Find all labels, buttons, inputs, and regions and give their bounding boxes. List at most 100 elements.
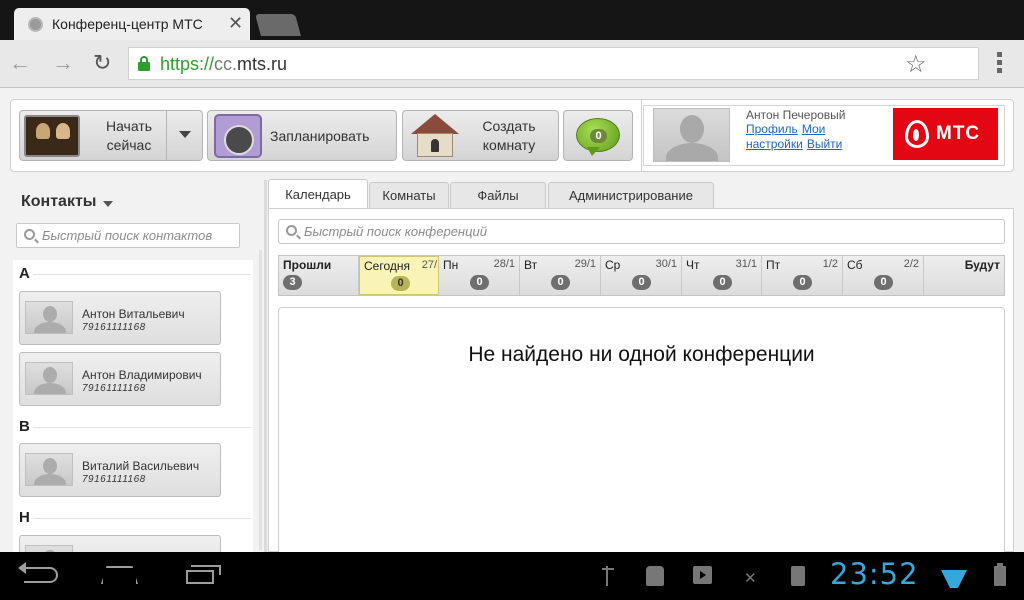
back-icon[interactable] <box>18 562 58 583</box>
profile-link[interactable]: Профиль <box>746 122 798 136</box>
url-text[interactable]: https://cc.mts.ru <box>160 54 287 75</box>
section-letter: А <box>19 265 30 282</box>
bookmark-star-icon[interactable]: ☆ <box>905 50 927 79</box>
logout-link[interactable]: Выйти <box>807 137 843 151</box>
day-tuesday[interactable]: Вт 29/1 0 <box>520 256 601 295</box>
android-debug-icon <box>646 566 664 586</box>
conference-results: Не найдено ни одной конференции <box>278 307 1005 557</box>
day-wednesday[interactable]: Ср 30/1 0 <box>601 256 682 295</box>
calendar-clock-icon <box>214 114 262 158</box>
avatar <box>25 453 73 486</box>
sd-card-icon <box>791 566 805 586</box>
day-today[interactable]: Сегодня 27/ 0 <box>359 256 439 295</box>
usb-icon <box>602 566 614 586</box>
calendar-panel: Быстрый поиск конференций Прошли 3 Сегод… <box>268 208 1014 557</box>
start-now-button[interactable]: Начать сейчас <box>19 110 203 161</box>
home-icon[interactable] <box>101 566 138 584</box>
user-links: Профиль Мои настройки Выйти <box>746 122 866 152</box>
count-badge: 3 <box>283 275 302 290</box>
browser-tab[interactable]: Конференц-центр МТС ✕ <box>14 8 250 40</box>
mts-egg-icon <box>905 120 929 148</box>
tab-admin[interactable]: Администрирование <box>548 182 714 209</box>
search-icon <box>24 229 35 240</box>
contact-card[interactable]: Виталий Васильевич 79161111168 <box>19 443 221 497</box>
tab-calendar[interactable]: Календарь <box>268 179 368 210</box>
day-monday[interactable]: Пн 28/1 0 <box>439 256 520 295</box>
browser-menu-icon[interactable] <box>997 52 1003 76</box>
count-badge: 0 <box>470 275 489 290</box>
globe-icon <box>28 17 43 32</box>
screen: Конференц-центр МТС ✕ ← → ↻ https://cc.m… <box>0 0 1024 600</box>
day-friday[interactable]: Пт 1/2 0 <box>762 256 843 295</box>
day-thursday[interactable]: Чт 31/1 0 <box>682 256 762 295</box>
user-avatar <box>653 108 730 162</box>
count-badge: 0 <box>551 275 570 290</box>
schedule-label: Запланировать <box>270 128 370 144</box>
schedule-button[interactable]: Запланировать <box>207 110 397 161</box>
section-letter: В <box>19 418 30 435</box>
conference-search-input[interactable]: Быстрый поиск конференций <box>278 219 1005 244</box>
count-badge: 0 <box>632 275 651 290</box>
avatar <box>25 362 73 395</box>
avatar <box>25 301 73 334</box>
count-badge: 0 <box>793 275 812 290</box>
chevron-down-icon[interactable] <box>179 131 191 138</box>
create-room-label: Создать комнату <box>482 118 536 153</box>
start-now-label: Начать сейчас <box>105 118 153 153</box>
conference-search-placeholder: Быстрый поиск конференций <box>304 224 487 239</box>
contact-list: А Антон Витальевич 79161111168 Антон Вла… <box>13 260 253 552</box>
contact-name: Антон Витальевич <box>82 307 185 321</box>
wifi-icon <box>941 564 967 588</box>
user-panel: Антон Печеровый Профиль Мои настройки Выйт… <box>643 105 1005 166</box>
main-tabs: Календарь Комнаты Файлы Администрировани… <box>268 179 1014 210</box>
browser-toolbar: ← → ↻ https://cc.mts.ru ☆ <box>0 40 1024 88</box>
contact-card[interactable]: Антон Витальевич 79161111168 <box>19 291 221 345</box>
contact-phone: 79161111168 <box>82 383 146 394</box>
video-conference-icon <box>24 115 80 157</box>
chat-button[interactable]: 0 <box>563 110 633 161</box>
chevron-down-icon[interactable] <box>103 201 113 207</box>
chat-bubble-icon: 0 <box>576 118 620 156</box>
recent-apps-icon[interactable] <box>186 565 221 584</box>
contact-card[interactable] <box>19 535 221 552</box>
chat-count-badge: 0 <box>590 129 607 143</box>
contact-card[interactable]: Антон Владимирович 79161111168 <box>19 352 221 406</box>
contact-name: Антон Владимирович <box>82 368 202 382</box>
sidebar-scrollbar[interactable] <box>259 250 262 550</box>
tab-files[interactable]: Файлы <box>450 182 546 209</box>
contact-phone: 79161111168 <box>82 474 146 485</box>
system-bar: ✕ 23:52 <box>0 552 1024 600</box>
day-future[interactable]: Будут <box>924 256 1004 295</box>
forward-arrow-icon[interactable]: → <box>52 50 74 76</box>
browser-tab-strip: Конференц-центр МТС ✕ <box>0 0 1024 40</box>
tab-rooms[interactable]: Комнаты <box>369 182 449 209</box>
clock[interactable]: 23:52 <box>830 557 919 591</box>
contact-name: Виталий Васильевич <box>82 459 200 473</box>
contact-phone: 79161111168 <box>82 322 146 333</box>
browser-tab-title: Конференц-центр МТС <box>52 16 203 32</box>
day-saturday[interactable]: Сб 2/2 0 <box>843 256 924 295</box>
tethering-icon: ✕ <box>744 570 757 587</box>
count-badge: 0 <box>713 275 732 290</box>
create-room-button[interactable]: Создать комнату <box>402 110 559 161</box>
main-content: Календарь Комнаты Файлы Администрировани… <box>268 179 1014 557</box>
tab-close-icon[interactable]: ✕ <box>228 13 243 34</box>
reload-icon[interactable]: ↻ <box>93 50 111 76</box>
address-bar[interactable]: https://cc.mts.ru ☆ <box>128 47 979 80</box>
contacts-title[interactable]: Контакты <box>21 193 96 211</box>
user-name: Антон Печеровый <box>746 108 846 122</box>
section-letter: Н <box>19 509 30 526</box>
contact-search-input[interactable]: Быстрый поиск контактов <box>16 223 240 248</box>
app-header: Начать сейчас Запланировать Создать комнат… <box>10 99 1014 172</box>
day-past[interactable]: Прошли 3 <box>279 256 359 295</box>
new-tab-button[interactable] <box>255 14 301 36</box>
battery-icon <box>994 563 1006 586</box>
count-badge: 0 <box>391 276 410 291</box>
avatar <box>25 545 73 552</box>
back-arrow-icon[interactable]: ← <box>9 50 31 76</box>
play-store-icon <box>693 566 712 584</box>
empty-message: Не найдено ни одной конференции <box>468 343 815 366</box>
contact-search-placeholder: Быстрый поиск контактов <box>42 228 213 243</box>
search-icon <box>286 225 297 236</box>
contacts-sidebar: Контакты Быстрый поиск контактов А Антон… <box>10 180 262 552</box>
